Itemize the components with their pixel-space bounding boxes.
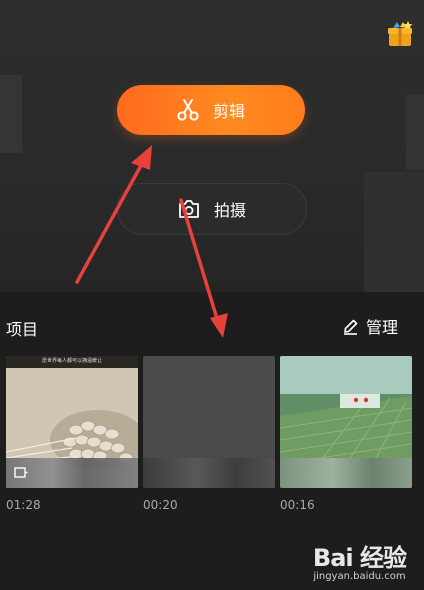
watermark-site: jingyan.baidu.com <box>313 571 406 582</box>
background-panel <box>0 75 22 153</box>
hero-area: 剪辑 拍摄 <box>0 0 424 292</box>
project-duration: 00:20 <box>143 498 178 512</box>
background-panel <box>406 95 424 170</box>
manage-label: 管理 <box>365 318 398 337</box>
thumbnail-blur <box>280 458 412 488</box>
shoot-button-label: 拍摄 <box>213 201 246 220</box>
watermark-logo: Bai 经验 <box>312 544 407 572</box>
project-thumbnail[interactable]: 愿世界每人都可以拥温暖让 <box>6 356 138 488</box>
scissors-icon <box>177 99 199 121</box>
watermark: Bai 经验 jingyan.baidu.com <box>312 538 407 582</box>
manage-button[interactable]: 管理 <box>342 314 398 338</box>
background-panel <box>364 172 424 292</box>
thumbnail-blur <box>143 458 275 488</box>
shoot-button[interactable]: 拍摄 <box>117 183 307 235</box>
edit-button[interactable]: 剪辑 <box>117 85 305 135</box>
project-thumbnail[interactable] <box>143 356 275 488</box>
edit-button-label: 剪辑 <box>212 102 245 121</box>
projects-title: 项目 <box>6 320 39 339</box>
project-thumbnail[interactable] <box>280 356 412 488</box>
pencil-icon <box>343 319 358 335</box>
project-duration: 01:28 <box>6 498 41 512</box>
project-duration: 00:16 <box>280 498 315 512</box>
thumbnail-caption: 愿世界每人都可以拥温暖让 <box>41 358 102 364</box>
gift-icon[interactable] <box>386 20 414 48</box>
camera-icon <box>179 200 199 218</box>
video-badge-icon <box>14 467 28 478</box>
